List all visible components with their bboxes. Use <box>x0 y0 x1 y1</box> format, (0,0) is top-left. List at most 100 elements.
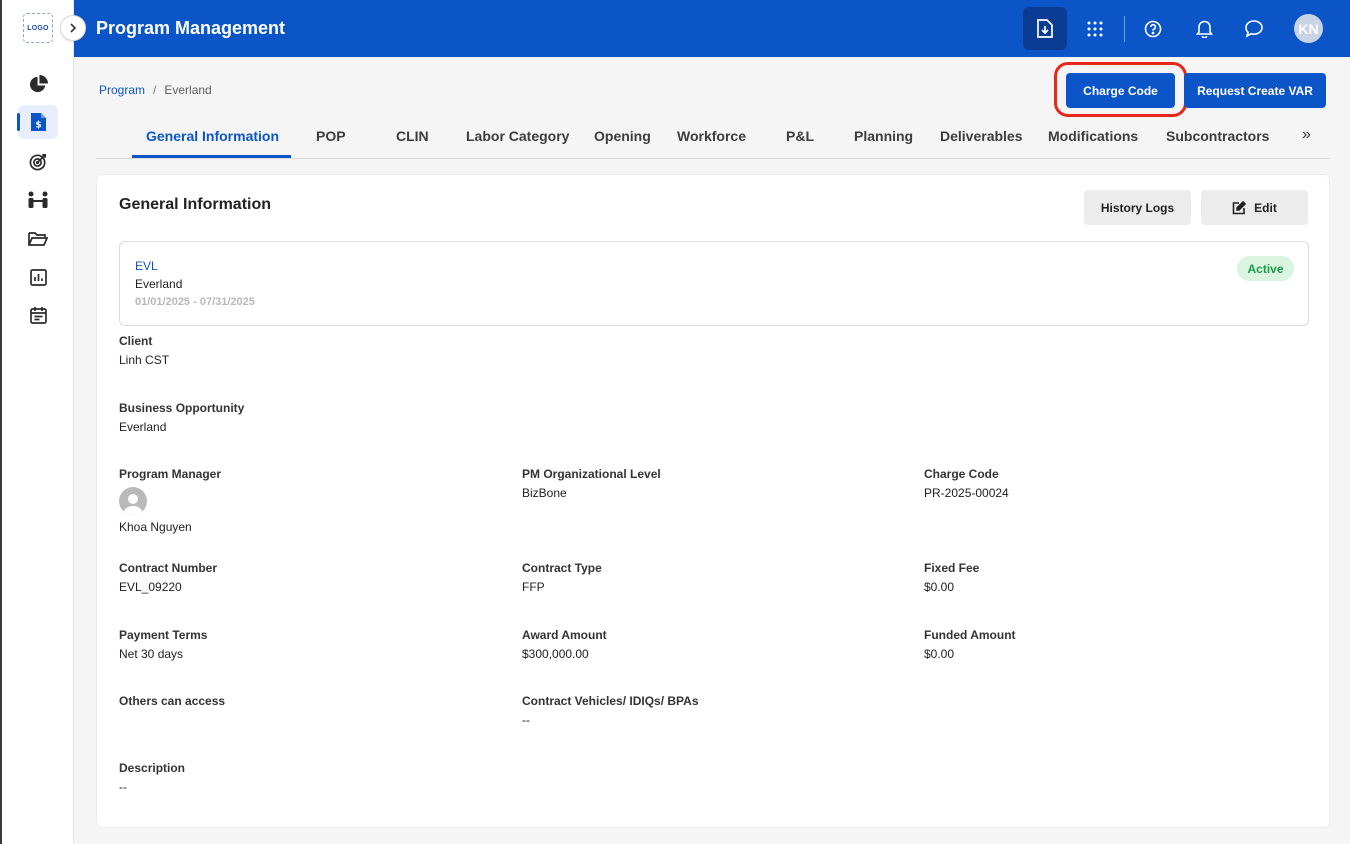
highlight-annotation <box>1054 62 1187 117</box>
field-value: Net 30 days <box>119 647 184 661</box>
app-title: Program Management <box>96 18 286 38</box>
field-contract-type: Contract Type FFP <box>522 561 602 594</box>
logo: LOGO <box>23 13 53 43</box>
program-code: EVL <box>135 259 158 273</box>
field-label: Description <box>119 761 186 775</box>
field-label: PM Organizational Level <box>522 467 661 481</box>
tab-workforce[interactable]: Workforce <box>677 128 746 144</box>
card-title: General Information <box>119 196 272 213</box>
breadcrumb-separator: / <box>153 83 157 97</box>
tab-clin[interactable]: CLIN <box>396 128 429 144</box>
field-fixed-fee: Fixed Fee $0.00 <box>924 561 979 594</box>
tab-bar: General Information POP CLIN Labor Categ… <box>96 120 1330 159</box>
field-value: Linh CST <box>119 353 170 367</box>
target-icon <box>29 153 46 170</box>
field-business-opportunity: Business Opportunity Everland <box>119 401 244 434</box>
sidebar-item-programs[interactable]: $ <box>17 105 58 139</box>
sidebar-item-team[interactable] <box>18 183 58 217</box>
sidebar-item-reports[interactable] <box>18 260 58 294</box>
field-charge-code: Charge Code PR-2025-00024 <box>924 467 1009 500</box>
tab-pop[interactable]: POP <box>316 128 346 144</box>
program-document-icon: $ <box>30 113 46 131</box>
field-label: Program Manager <box>119 467 222 481</box>
apps-button[interactable] <box>1073 7 1117 50</box>
status-badge: Active <box>1237 256 1294 281</box>
general-information-card: General Information History Logs Edit EV… <box>96 174 1330 828</box>
top-header: Program Management KN <box>74 0 1350 57</box>
field-value: PR-2025-00024 <box>924 486 1009 500</box>
breadcrumb-current: Everland <box>164 83 212 97</box>
report-chart-icon <box>29 268 47 286</box>
calendar-icon <box>29 307 47 324</box>
download-button[interactable] <box>1023 7 1067 50</box>
request-create-var-button[interactable]: Request Create VAR <box>1184 73 1326 108</box>
breadcrumb: Program / Everland <box>99 83 212 97</box>
field-others-can-access: Others can access <box>119 694 225 713</box>
field-label: Fixed Fee <box>924 561 980 575</box>
field-value: FFP <box>522 580 545 594</box>
pie-chart-icon <box>29 74 48 92</box>
field-award-amount: Award Amount $300,000.00 <box>522 628 607 661</box>
field-label: Contract Number <box>119 561 218 575</box>
help-button[interactable] <box>1131 7 1175 50</box>
field-label: Charge Code <box>924 467 999 481</box>
field-label: Others can access <box>119 694 226 708</box>
user-avatar[interactable]: KN <box>1294 14 1323 43</box>
field-label: Funded Amount <box>924 628 1016 642</box>
field-value: BizBone <box>522 486 567 500</box>
field-value: EVL_09220 <box>119 580 182 594</box>
messages-button[interactable] <box>1232 7 1276 50</box>
sidebar-item-files[interactable] <box>18 222 58 256</box>
chevron-right-icon <box>70 23 77 33</box>
breadcrumb-program-link[interactable]: Program <box>99 83 145 97</box>
field-description: Description -- <box>119 761 185 794</box>
sidebar-item-goals[interactable] <box>18 144 58 178</box>
sidebar-toggle-button[interactable] <box>60 15 86 41</box>
program-name: Everland <box>135 277 183 291</box>
field-value: $0.00 <box>924 580 955 594</box>
sidebar: LOGO $ <box>2 0 74 844</box>
history-logs-label: History Logs <box>1100 200 1175 215</box>
edit-button[interactable]: Edit <box>1201 190 1308 225</box>
svg-text:$: $ <box>35 121 41 131</box>
tab-modifications[interactable]: Modifications <box>1048 128 1138 144</box>
field-contract-number: Contract Number EVL_09220 <box>119 561 217 594</box>
tab-general-information[interactable]: General Information <box>146 128 279 144</box>
tab-subcontractors[interactable]: Subcontractors <box>1166 128 1269 144</box>
program-dates: 01/01/2025 - 07/31/2025 <box>135 296 255 308</box>
field-label: Client <box>119 334 153 348</box>
field-label: Business Opportunity <box>119 401 245 415</box>
tab-deliverables[interactable]: Deliverables <box>940 128 1023 144</box>
program-summary: EVL Everland 01/01/2025 - 07/31/2025 Act… <box>119 241 1309 326</box>
tab-labor-category[interactable]: Labor Category <box>466 128 569 144</box>
pm-avatar <box>119 487 147 515</box>
tabs-scroll-right-button[interactable]: » <box>1302 126 1311 144</box>
field-value: $300,000.00 <box>522 647 589 661</box>
sidebar-item-calendar[interactable] <box>18 298 58 332</box>
field-label: Contract Type <box>522 561 602 575</box>
sidebar-item-dashboard[interactable] <box>18 67 58 101</box>
user-icon <box>123 494 143 515</box>
field-label: Award Amount <box>522 628 607 642</box>
bell-icon <box>1195 20 1213 38</box>
edit-label: Edit <box>1254 200 1277 215</box>
field-value: Khoa Nguyen <box>119 520 192 534</box>
field-label: Payment Terms <box>119 628 208 642</box>
field-pm-organizational-level: PM Organizational Level BizBone <box>522 467 661 500</box>
apps-grid-icon <box>1087 21 1103 36</box>
folder-icon <box>28 232 48 246</box>
history-logs-button[interactable]: History Logs <box>1084 190 1191 225</box>
tab-pl[interactable]: P&L <box>786 128 814 144</box>
tab-planning[interactable]: Planning <box>854 128 913 144</box>
field-value: -- <box>522 713 530 727</box>
field-funded-amount: Funded Amount $0.00 <box>924 628 1016 661</box>
field-client: Client Linh CST <box>119 334 169 367</box>
field-contract-vehicles: Contract Vehicles/ IDIQs/ BPAs -- <box>522 694 699 727</box>
field-label: Contract Vehicles/ IDIQs/ BPAs <box>522 694 699 708</box>
notifications-button[interactable] <box>1182 7 1226 50</box>
chat-icon <box>1245 20 1263 38</box>
header-divider <box>1124 16 1125 42</box>
tab-opening[interactable]: Opening <box>594 128 651 144</box>
field-program-manager: Program Manager Khoa Nguyen <box>119 467 221 534</box>
field-value: -- <box>119 780 127 794</box>
